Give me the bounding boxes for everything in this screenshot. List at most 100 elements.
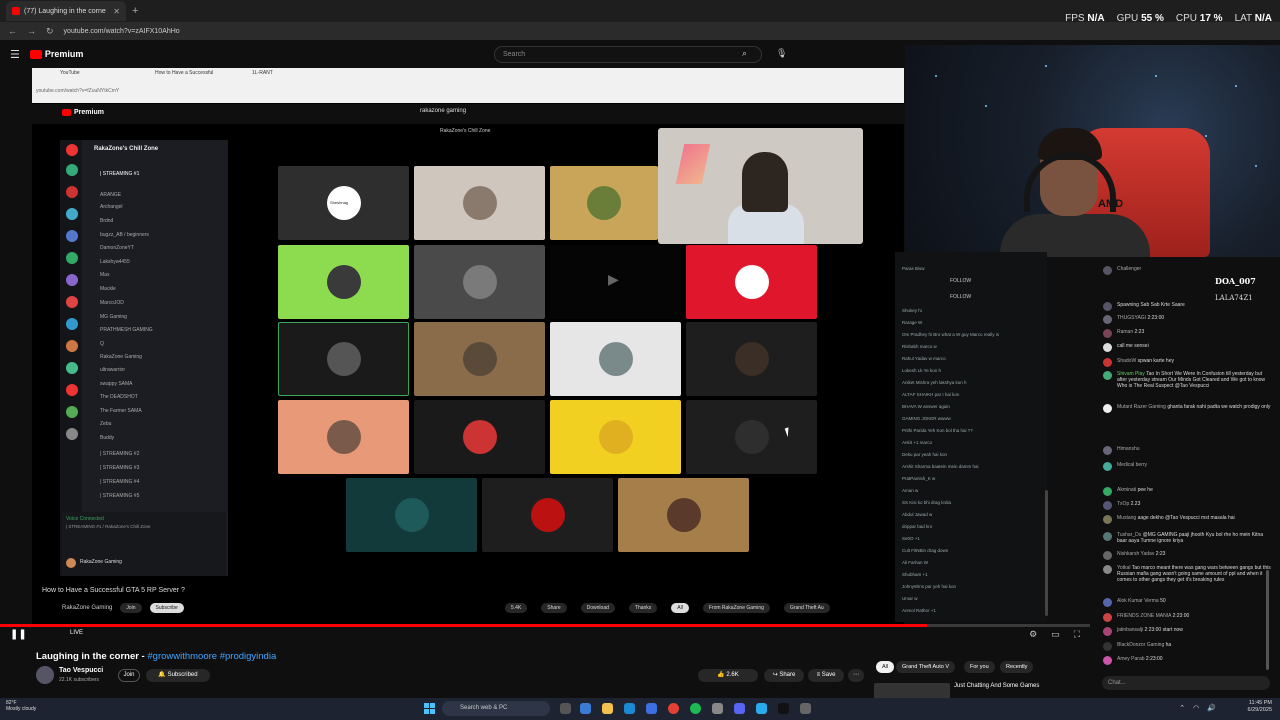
volume-icon[interactable]: 🔊: [1207, 704, 1216, 712]
search-input[interactable]: Search: [494, 46, 762, 63]
avatar: [1103, 315, 1112, 324]
reload-icon[interactable]: ↻: [46, 26, 54, 37]
light-dot: [1155, 75, 1157, 77]
inner-chat-message: Shubham +1: [902, 572, 928, 577]
youtube-favicon-icon: [12, 7, 20, 15]
call-tile: [618, 478, 749, 552]
recommendation-thumbnail[interactable]: [874, 683, 950, 699]
server-icon: [66, 318, 78, 330]
subscribed-button[interactable]: 🔔 Subscribed: [146, 669, 210, 682]
call-tile: [278, 400, 409, 474]
avatar: [1103, 343, 1112, 352]
app-icon[interactable]: [646, 703, 657, 714]
chat-text: aage dekho @Tao Vespucci mst masala hai: [1137, 515, 1235, 521]
recommendation-title[interactable]: Just Chatting And Some Games: [954, 683, 1039, 689]
windows-start-icon[interactable]: [424, 703, 435, 714]
theater-icon[interactable]: ▭: [1051, 629, 1060, 640]
share-button[interactable]: ↪ Share: [764, 669, 804, 682]
settings-icon[interactable]: ⚙: [1029, 629, 1037, 640]
rec-chip-all[interactable]: All: [876, 661, 895, 673]
avatar: [1103, 656, 1112, 665]
save-button[interactable]: ≡ Save: [808, 669, 844, 682]
follow-alert: FOLLOW: [950, 278, 972, 284]
server-icon: [66, 340, 78, 352]
avatar: [1103, 627, 1112, 636]
wifi-icon[interactable]: ◠: [1193, 704, 1199, 712]
taskbar-clock[interactable]: 11:45 PM 6/29/2025: [1248, 700, 1272, 714]
youtube-logo[interactable]: Premium: [29, 49, 83, 59]
chevron-up-icon[interactable]: ⌃: [1179, 704, 1185, 712]
chat-input[interactable]: Chat...: [1102, 676, 1270, 690]
browser-tab[interactable]: (77) Laughing in the corne ✕: [6, 1, 126, 21]
like-button[interactable]: 👍 2.6K: [698, 669, 758, 682]
more-button[interactable]: ⋯: [848, 669, 864, 682]
avatar: [1103, 515, 1112, 524]
rec-chip-gta[interactable]: Grand Theft Auto V: [896, 661, 955, 673]
channel-item: swappy SAMA: [100, 381, 133, 387]
microphone-icon[interactable]: 🎙: [776, 48, 787, 59]
inner-chat-message: Arshit Sharma baatein mein damm hai: [902, 464, 979, 469]
taskbar-search[interactable]: Search web & PC: [442, 701, 550, 716]
avatar: [66, 558, 76, 568]
avatar: [1103, 358, 1112, 367]
edge-icon[interactable]: [624, 703, 635, 714]
channel-avatar[interactable]: [36, 666, 54, 684]
chat-text: ha: [1165, 642, 1172, 648]
forward-icon[interactable]: →: [27, 26, 36, 36]
file-explorer-icon[interactable]: [602, 703, 613, 714]
avatar: [326, 265, 361, 299]
call-tile: [414, 322, 545, 396]
avatar: [587, 186, 621, 220]
cpu-value: 17 %: [1199, 12, 1223, 24]
chat-text: 2:23: [1155, 551, 1166, 557]
weather-widget[interactable]: 82°F Mostly cloudy: [6, 700, 36, 712]
player-controls: [0, 627, 1090, 647]
menu-icon[interactable]: ☰: [10, 48, 20, 61]
chat-scrollbar[interactable]: [1266, 570, 1269, 670]
discord-icon[interactable]: [734, 703, 745, 714]
back-icon[interactable]: ←: [8, 26, 17, 36]
inner-chat-message: Shukey hi: [902, 308, 922, 313]
call-tile: [414, 166, 545, 240]
rec-chip-recently[interactable]: Recently: [1000, 661, 1034, 673]
url-field[interactable]: youtube.com/watch?v=zAIFX10AhHo: [64, 28, 180, 35]
join-button[interactable]: Join: [118, 669, 140, 682]
app-icon[interactable]: [712, 703, 723, 714]
new-tab-button[interactable]: +: [132, 5, 138, 17]
chat-author: Himanshu: [1117, 446, 1140, 452]
obs-icon[interactable]: [800, 703, 811, 714]
fullscreen-icon[interactable]: ⛶: [1074, 629, 1080, 640]
inner-chat-message: Prithi Parida Yeh Kon bol tha hai ??: [902, 428, 973, 433]
rec-chip-for-you[interactable]: For you: [964, 661, 995, 673]
avatar: [666, 498, 701, 532]
inner-tab: How to Have a Successful: [155, 70, 214, 76]
avatar: [1103, 551, 1112, 560]
telegram-icon[interactable]: [756, 703, 767, 714]
close-tab-icon[interactable]: ✕: [113, 7, 120, 16]
app-icon[interactable]: [580, 703, 591, 714]
inner-chat-message: Aniket Mishra yeh lakshya kon h: [902, 380, 967, 385]
chrome-icon[interactable]: [668, 703, 679, 714]
channel-name[interactable]: Tao Vespucci: [59, 667, 103, 674]
channel-item: | STREAMING #5: [100, 493, 140, 499]
avatar: [462, 420, 497, 454]
channel-item: ARANGE: [100, 192, 122, 198]
app-icon[interactable]: [778, 703, 789, 714]
chat-text: ghanta farak nahi padta we watch prodigy…: [1167, 404, 1271, 410]
spotify-icon[interactable]: [690, 703, 701, 714]
call-tile: [278, 245, 409, 319]
inner-chat-message: SS Kisi ko bhi drag krdia: [902, 500, 952, 505]
channel-item: Q: [100, 341, 104, 347]
inner-join-button: Join: [120, 603, 142, 613]
pause-icon[interactable]: ❚❚: [10, 629, 27, 640]
video-hashtags[interactable]: #growwithmoore #prodigyindia: [147, 651, 276, 662]
avatar: [1103, 462, 1112, 471]
call-tile: [346, 478, 477, 552]
call-tile: [414, 245, 545, 319]
call-tile: [482, 478, 613, 552]
task-view-icon[interactable]: [560, 703, 571, 714]
search-icon[interactable]: ⌕: [742, 48, 747, 59]
live-badge[interactable]: LIVE: [70, 630, 83, 636]
inner-chat-message: Abdul Jawad w: [902, 512, 933, 517]
follow-alert: FOLLOW: [950, 294, 972, 300]
